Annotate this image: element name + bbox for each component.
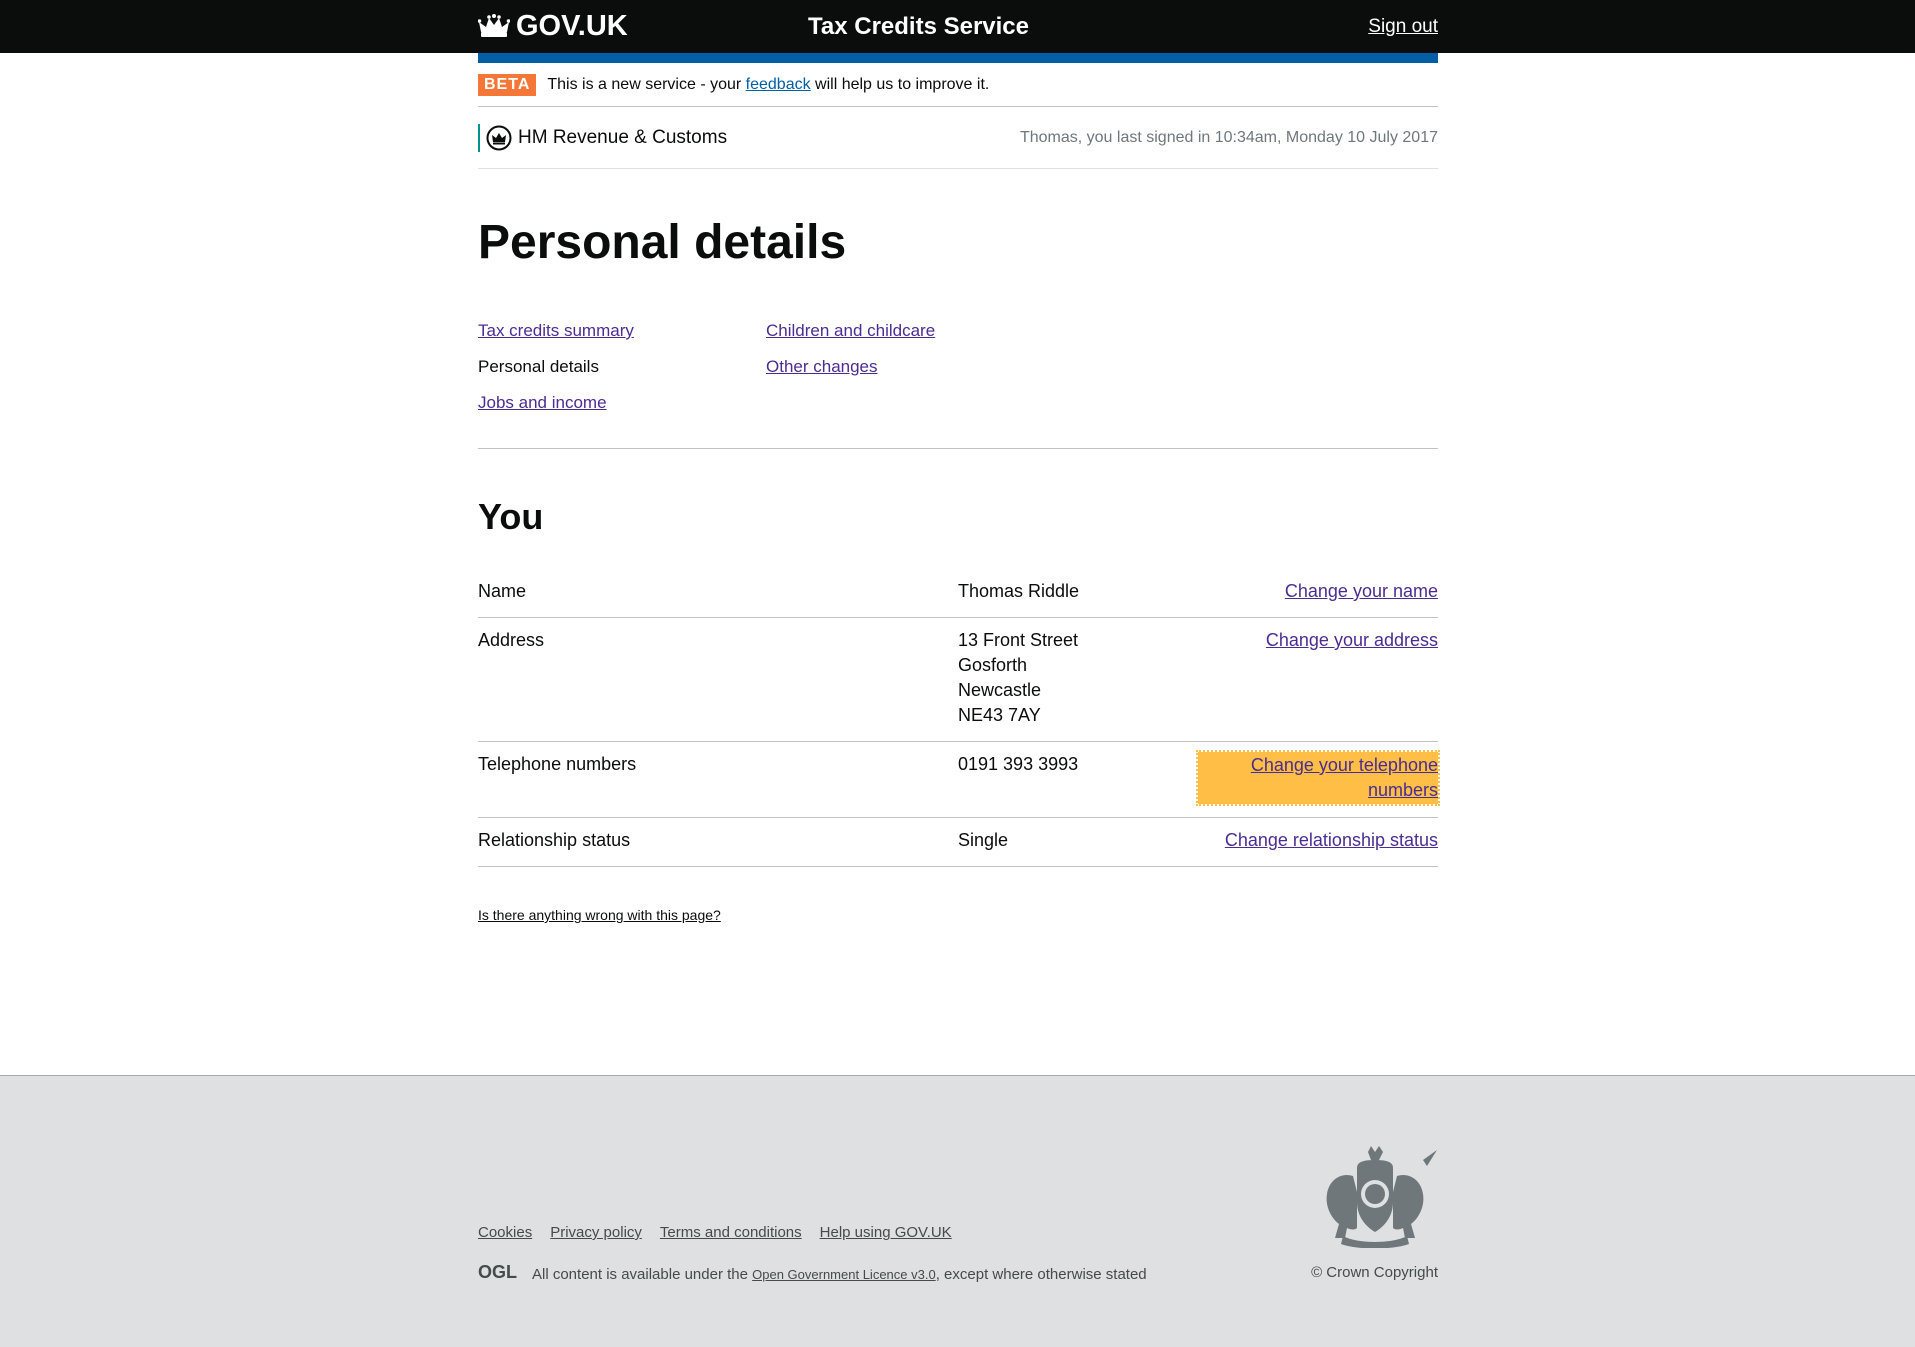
footer-link-privacy[interactable]: Privacy policy — [550, 1224, 642, 1241]
section-divider — [478, 448, 1438, 449]
summary-row-name: Name Thomas Riddle Change your name — [478, 569, 1438, 618]
subnav-personal-details-current: Personal details — [478, 357, 599, 376]
sign-out-link[interactable]: Sign out — [1368, 16, 1438, 38]
ogl-link[interactable]: Open Government Licence v3.0 — [752, 1267, 936, 1282]
subnav-children-and-childcare[interactable]: Children and childcare — [766, 319, 1054, 342]
hmrc-crest-icon — [486, 125, 512, 150]
header-blue-bar — [478, 53, 1438, 63]
summary-row-relationship: Relationship status Single Change relati… — [478, 818, 1438, 867]
telephone-value: 0191 393 3993 — [958, 754, 1079, 774]
telephone-key: Telephone numbers — [478, 754, 637, 774]
page-title: Personal details — [478, 216, 847, 269]
hmrc-name: HM Revenue & Customs — [518, 126, 728, 148]
phase-text-after: will help us to improve it. — [810, 75, 990, 93]
crown-copyright: © Crown Copyright — [1311, 1264, 1438, 1281]
change-address-link[interactable]: Change your address — [1266, 630, 1438, 650]
relationship-key: Relationship status — [478, 830, 631, 850]
name-value: Thomas Riddle — [958, 581, 1080, 601]
ogl-licence: OGL All content is available under the O… — [478, 1262, 1147, 1285]
last-signed-in: Thomas, you last signed in 10:34am, Mond… — [1019, 128, 1438, 146]
address-value: 13 Front Street Gosforth Newcastle NE43 … — [958, 628, 1198, 728]
footer-link-terms[interactable]: Terms and conditions — [660, 1224, 802, 1241]
crown-icon — [478, 13, 510, 37]
ogl-text-before: All content is available under the — [532, 1265, 753, 1283]
subnav-tax-credits-summary[interactable]: Tax credits summary — [478, 319, 766, 342]
footer-links: Cookies Privacy policy Terms and conditi… — [478, 1224, 952, 1241]
address-line: Gosforth — [958, 655, 1028, 675]
sub-navigation: Tax credits summary Children and childca… — [478, 319, 1054, 414]
report-problem: Is there anything wrong with this page? — [478, 907, 1438, 923]
change-name-link[interactable]: Change your name — [1285, 581, 1438, 601]
footer-link-cookies[interactable]: Cookies — [478, 1224, 532, 1241]
section-title: You — [478, 496, 544, 537]
ogl-text-after: , except where otherwise stated — [935, 1265, 1147, 1283]
summary-list: Name Thomas Riddle Change your name Addr… — [478, 569, 1440, 867]
global-header: GOV.UK Tax Credits Service Sign out — [0, 0, 1915, 53]
phase-text-before: This is a new service - your — [547, 75, 746, 93]
service-name-link[interactable]: Tax Credits Service — [808, 13, 1368, 41]
organisation-bar: HM Revenue & Customs Thomas, you last si… — [478, 107, 1438, 169]
summary-row-telephone: Telephone numbers 0191 393 3993 Change y… — [478, 742, 1440, 818]
address-key: Address — [478, 630, 545, 650]
beta-tag: BETA — [478, 73, 537, 96]
name-key: Name — [478, 581, 527, 601]
ogl-logo-icon: OGL — [478, 1262, 522, 1285]
royal-coat-of-arms-icon — [1313, 1146, 1438, 1253]
govuk-logo-link[interactable]: GOV.UK — [478, 10, 808, 43]
footer-link-help[interactable]: Help using GOV.UK — [820, 1224, 952, 1241]
ogl-logo-text: OGL — [478, 1263, 517, 1281]
summary-row-address: Address 13 Front Street Gosforth Newcast… — [478, 618, 1438, 742]
govuk-logo-text: GOV.UK — [516, 10, 628, 42]
address-line: NE43 7AY — [958, 705, 1041, 725]
relationship-value: Single — [958, 830, 1009, 850]
change-relationship-link[interactable]: Change relationship status — [1225, 830, 1438, 850]
main-container: BETA This is a new service - your feedba… — [478, 63, 1440, 923]
phase-banner: BETA This is a new service - your feedba… — [478, 63, 1438, 107]
report-problem-link[interactable]: Is there anything wrong with this page? — [478, 907, 721, 923]
hmrc-branding: HM Revenue & Customs — [478, 123, 728, 152]
footer: Cookies Privacy policy Terms and conditi… — [0, 1075, 1915, 1347]
address-line: 13 Front Street — [958, 630, 1079, 650]
subnav-other-changes[interactable]: Other changes — [766, 355, 1054, 378]
feedback-link[interactable]: feedback — [746, 76, 811, 94]
address-line: Newcastle — [958, 680, 1042, 700]
change-telephone-link[interactable]: Change your telephone numbers — [1196, 750, 1440, 806]
subnav-jobs-and-income[interactable]: Jobs and income — [478, 391, 766, 414]
